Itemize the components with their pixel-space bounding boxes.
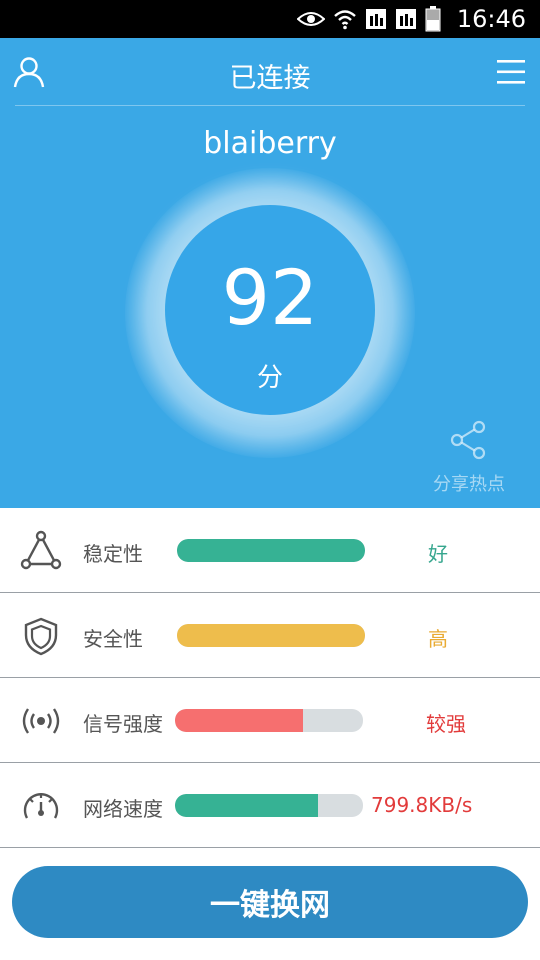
header-divider xyxy=(15,105,525,106)
score-unit: 分 xyxy=(256,363,283,393)
metric-row-security: 安全性 高 xyxy=(0,593,540,678)
metric-label: 网络速度 xyxy=(83,797,163,821)
security-bar xyxy=(177,624,365,647)
wifi-icon xyxy=(333,7,357,31)
share-hotspot-label[interactable]: 分享热点 xyxy=(424,470,514,496)
metric-label: 稳定性 xyxy=(83,542,143,566)
metric-row-stability: 稳定性 好 xyxy=(0,508,540,593)
speed-bar xyxy=(175,794,363,817)
metric-value: 好 xyxy=(428,542,448,566)
metric-row-signal: 信号强度 较强 xyxy=(0,678,540,763)
metric-value: 较强 xyxy=(426,712,466,736)
signal-bar-fill xyxy=(175,709,303,732)
shield-icon xyxy=(20,615,62,657)
triangle-network-icon xyxy=(20,530,62,572)
share-icon[interactable] xyxy=(449,420,489,460)
status-bar: 16:46 xyxy=(0,0,540,38)
signal-bar xyxy=(175,709,363,732)
status-time: 16:46 xyxy=(456,5,526,33)
metric-value: 高 xyxy=(428,627,448,651)
metric-label: 安全性 xyxy=(83,627,143,651)
sim2-icon xyxy=(395,7,417,31)
signal-icon xyxy=(20,700,62,742)
eye-icon xyxy=(296,7,325,31)
menu-icon[interactable] xyxy=(496,58,526,86)
page-title: 已连接 xyxy=(229,63,311,94)
speedometer-icon xyxy=(20,785,62,827)
stability-bar-fill xyxy=(177,539,365,562)
metric-row-speed: 网络速度 799.8KB/s xyxy=(0,763,540,848)
battery-icon xyxy=(425,6,441,32)
speed-bar-fill xyxy=(175,794,318,817)
switch-network-button[interactable]: 一键换网 xyxy=(12,866,528,938)
security-bar-fill xyxy=(177,624,365,647)
score-circle: 92 分 xyxy=(165,205,375,415)
metric-value: 799.8KB/s xyxy=(371,793,473,817)
score-value: 92 xyxy=(221,253,319,342)
metric-label: 信号强度 xyxy=(83,712,163,736)
hero-panel: 已连接 blaiberry 92 分 分享热点 xyxy=(0,38,540,508)
network-name: blaiberry xyxy=(203,126,337,161)
stability-bar xyxy=(177,539,365,562)
sim1-icon xyxy=(365,7,387,31)
